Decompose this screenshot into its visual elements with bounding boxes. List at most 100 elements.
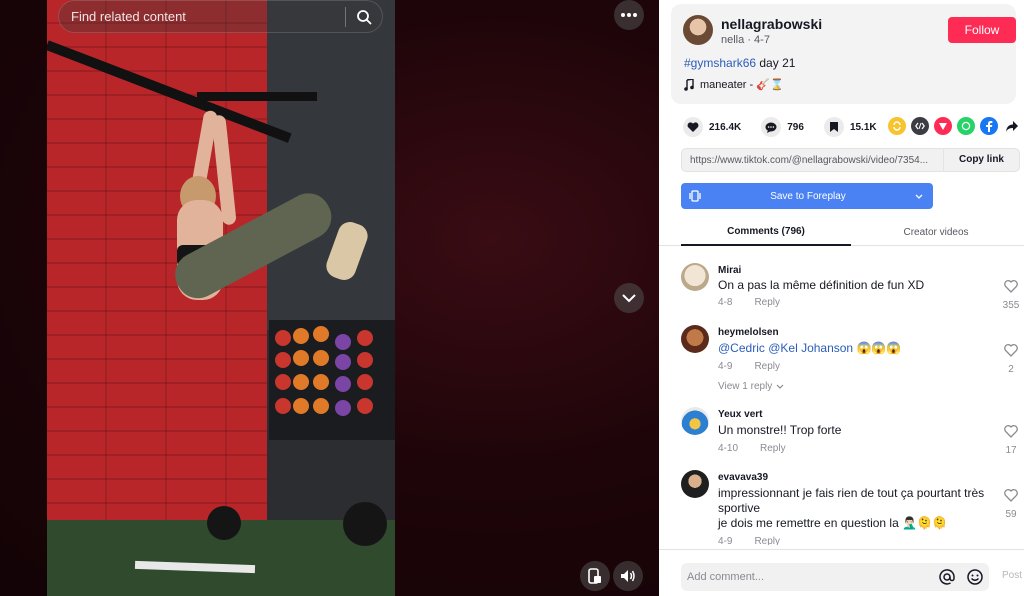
follow-button[interactable]: Follow (948, 17, 1016, 43)
author-avatar[interactable] (683, 15, 713, 45)
tab-creator-videos[interactable]: Creator videos (851, 219, 1021, 246)
heart-outline-icon (1004, 344, 1018, 357)
video-player[interactable] (0, 0, 659, 596)
comment-emoji: 😱😱😱 (853, 341, 902, 355)
commenter-avatar[interactable] (681, 263, 709, 291)
post-comment-button[interactable]: Post (1002, 570, 1022, 581)
save-action[interactable]: 15.1K (823, 117, 877, 137)
comment-count: 796 (787, 121, 804, 133)
repost-icon[interactable] (888, 117, 906, 135)
pullup-bar-crossbar (197, 92, 317, 101)
comment-input-box[interactable] (681, 563, 989, 591)
save-to-foreplay-button[interactable]: Save to Foreplay (681, 183, 933, 209)
comment-action[interactable]: 796 (761, 117, 804, 137)
view-replies-label: View 1 reply (718, 381, 773, 392)
comment-date: 4-9 (718, 361, 733, 372)
comment-like-count: 59 (1005, 509, 1017, 520)
picture-in-picture-button[interactable] (580, 561, 610, 591)
emoji-icon[interactable] (967, 569, 983, 585)
music-title: maneater - 🎸⌛ (700, 79, 784, 91)
video-link-box: https://www.tiktok.com/@nellagrabowski/v… (681, 148, 1020, 172)
chevron-down-icon (622, 293, 636, 302)
copy-link-button[interactable]: Copy link (943, 148, 1019, 172)
foreplay-icon (689, 190, 701, 202)
search-input[interactable] (59, 9, 345, 24)
comment-date: 4-10 (718, 443, 739, 454)
search-icon (357, 9, 372, 24)
next-video-button[interactable] (614, 283, 644, 313)
music-note-icon (684, 78, 694, 91)
reply-button[interactable]: Reply (754, 297, 780, 308)
comment-like-count: 355 (1002, 300, 1020, 311)
view-replies-button[interactable]: View 1 reply (718, 381, 784, 392)
share-icons (888, 117, 1021, 135)
commenter-avatar[interactable] (681, 325, 709, 353)
ball-rack (269, 320, 395, 440)
save-button-label: Save to Foreplay (770, 190, 846, 202)
commenter-username[interactable]: evavava39 (718, 472, 768, 483)
caption-text: day 21 (756, 56, 796, 70)
heart-outline-icon (1004, 280, 1018, 293)
kettlebell (207, 506, 241, 540)
more-options-button[interactable] (614, 0, 644, 30)
comment-meta: 4-9 Reply (718, 536, 780, 545)
whatsapp-icon[interactable] (957, 117, 975, 135)
facebook-icon[interactable] (980, 117, 998, 135)
share-arrow-icon[interactable] (1003, 117, 1021, 135)
commenter-username[interactable]: heymelolsen (718, 327, 779, 338)
mention-link[interactable]: @Cedric (718, 341, 765, 355)
comment-text-line: sportive (718, 501, 761, 515)
hashtag-link[interactable]: #gymshark66 (684, 56, 756, 70)
reply-button[interactable]: Reply (754, 361, 780, 372)
side-panel: nellagrabowski nella · 4-7 Follow #gymsh… (659, 0, 1024, 596)
comment-text: impressionnant je fais rien de tout ça p… (718, 486, 988, 531)
reply-button[interactable]: Reply (760, 443, 786, 454)
chevron-down-icon[interactable] (915, 194, 923, 199)
embed-icon[interactable] (911, 117, 929, 135)
comment-like[interactable]: 355 (997, 280, 1024, 311)
comment-composer: Post (659, 549, 1024, 596)
comment-text: @Cedric @Kel Johanson 😱😱😱 (718, 341, 988, 356)
mention-at-icon[interactable] (939, 569, 955, 585)
commenter-avatar[interactable] (681, 407, 709, 435)
mention-link[interactable]: @Kel Johanson (768, 341, 853, 355)
video-url: https://www.tiktok.com/@nellagrabowski/v… (690, 154, 929, 166)
comment-like-count: 17 (1005, 445, 1017, 456)
comment-date: 4-9 (718, 536, 733, 545)
comment-like-count: 2 (1008, 364, 1014, 375)
comment-meta: 4-8 Reply (718, 297, 780, 308)
search-button[interactable] (346, 0, 382, 33)
engagement-actions: 216.4K 796 15.1K (683, 117, 897, 137)
heart-outline-icon (1004, 425, 1018, 438)
volume-button[interactable] (613, 561, 643, 591)
comment-bubble-icon (761, 117, 782, 137)
commenter-avatar[interactable] (681, 470, 709, 498)
commenter-username[interactable]: Mirai (718, 265, 741, 276)
comment-like[interactable]: 59 (997, 489, 1024, 520)
comment-like[interactable]: 17 (997, 425, 1024, 456)
like-count: 216.4K (709, 121, 742, 133)
comment-like[interactable]: 2 (997, 344, 1024, 375)
comment-meta: 4-9 Reply (718, 361, 780, 372)
comment-meta: 4-10 Reply (718, 443, 786, 454)
comment-input[interactable] (681, 571, 939, 583)
picture-in-picture-icon (588, 568, 601, 584)
volume-icon (621, 570, 635, 582)
send-icon[interactable] (934, 117, 952, 135)
search-bar[interactable] (58, 0, 383, 33)
comment-list[interactable]: Mirai On a pas la même définition de fun… (659, 252, 1024, 545)
author-username[interactable]: nellagrabowski (721, 16, 822, 32)
save-count: 15.1K (849, 121, 877, 133)
video-frame[interactable] (47, 0, 395, 596)
music-row[interactable]: maneater - 🎸⌛ (684, 78, 784, 91)
tab-comments[interactable]: Comments (796) (681, 219, 851, 246)
like-action[interactable]: 216.4K (683, 117, 741, 137)
commenter-username[interactable]: Yeux vert (718, 409, 762, 420)
ellipsis-icon (621, 13, 637, 17)
heart-icon (683, 117, 703, 137)
comment-text-line: impressionnant je fais rien de tout ça p… (718, 486, 985, 500)
reply-button[interactable]: Reply (754, 536, 780, 545)
bookmark-icon (823, 117, 844, 137)
author-nickname: nella (721, 34, 745, 46)
post-date: 4-7 (754, 34, 770, 46)
